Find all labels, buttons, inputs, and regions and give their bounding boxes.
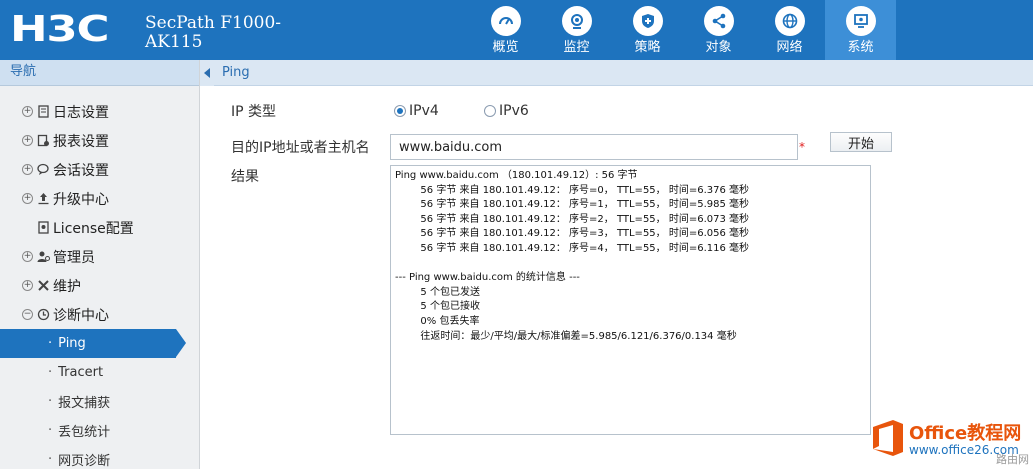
radio-checked-icon[interactable] [394,105,406,117]
target-label: 目的IP地址或者主机名 [231,140,370,156]
license-icon [37,221,50,234]
expand-icon[interactable]: + [22,135,33,146]
sidebar-subitem-label: Tracert [58,365,104,380]
nav-menu: + 日志设置 + 报表设置 + 会话设置 + 升级中心 License配置 + … [0,97,199,469]
ipv6-label: IPv6 [499,103,529,119]
nav-item-system[interactable]: 系统 [825,0,896,60]
sidebar-item-label: 升级中心 [53,191,109,208]
nav-label-object: 对象 [705,40,732,55]
sidebar-item-label: 维护 [53,278,81,295]
bullet-icon: · [48,452,53,467]
h3c-logo: H3C [10,9,110,50]
sidebar-item-admin[interactable]: + 管理员 [0,242,199,271]
nav-label-network: 网络 [776,40,803,55]
sidebar-title: 导航 [0,60,199,86]
admin-icon [37,250,50,263]
dashboard-icon [490,6,521,36]
sidebar-item-label: 日志设置 [53,104,109,121]
sidebar-item-report-settings[interactable]: + 报表设置 [0,126,199,155]
product-name-line2: AK115 [145,32,203,52]
product-name-line1: SecPath F1000- [145,13,282,33]
sidebar-item-label: 诊断中心 [53,307,109,324]
share-nodes-icon [703,6,734,36]
bullet-icon: · [48,423,53,438]
sidebar-subitem-packet-capture[interactable]: · 报文捕获 [0,387,199,416]
sidebar-subitem-label: Ping [58,336,86,351]
sidebar-item-diagnose-center[interactable]: − 诊断中心 [0,300,199,329]
ipv4-radio[interactable]: IPv4 [394,103,439,119]
expand-icon[interactable]: + [22,106,33,117]
nav-item-policy[interactable]: 策略 [612,0,683,60]
result-text: Ping www.baidu.com （180.101.49.12）: 56 字… [395,170,750,342]
sidebar-subitem-label: 丢包统计 [58,425,111,440]
page-title: Ping [214,60,1033,86]
bullet-icon: · [48,336,53,351]
globe-icon [774,6,805,36]
expand-icon[interactable]: + [22,193,33,204]
result-label: 结果 [231,169,259,185]
shield-plus-icon [632,6,663,36]
bullet-icon: · [48,394,53,409]
product-name: SecPath F1000- AK115 [145,14,281,52]
report-icon [37,134,50,147]
top-header: H3C SecPath F1000- AK115 概览 监控 策略 对象 网络 … [0,0,1033,60]
maintenance-icon [37,279,50,292]
sidebar-item-session-settings[interactable]: + 会话设置 [0,155,199,184]
required-mark: * [799,140,805,154]
radio-unchecked-icon[interactable] [484,105,496,117]
ipv4-label: IPv4 [409,103,439,119]
sidebar-subitem-label: 报文捕获 [58,396,111,411]
nav-label-monitor: 监控 [563,40,590,55]
sidebar-subitem-packet-loss[interactable]: · 丢包统计 [0,416,199,445]
nav-item-monitor[interactable]: 监控 [541,0,612,60]
nav-label-system: 系统 [847,40,874,55]
log-icon [37,105,50,118]
sidebar-item-log-settings[interactable]: + 日志设置 [0,97,199,126]
sidebar-collapse-button[interactable] [200,60,214,86]
sidebar-item-label: 会话设置 [53,162,109,179]
nav-label-overview: 概览 [492,40,519,55]
ipv6-radio[interactable]: IPv6 [484,103,529,119]
sidebar-item-label: License配置 [53,220,134,237]
top-nav: 概览 监控 策略 对象 网络 系统 [470,0,896,60]
sidebar-subitem-ping[interactable]: · Ping [0,329,186,358]
nav-item-object[interactable]: 对象 [683,0,754,60]
system-screen-icon [845,6,876,36]
expand-icon[interactable]: + [22,164,33,175]
sidebar-subitem-label: 网页诊断 [58,454,111,469]
result-output[interactable]: Ping www.baidu.com （180.101.49.12）: 56 字… [390,165,871,435]
start-button[interactable]: 开始 [830,132,892,152]
collapse-icon[interactable]: − [22,309,33,320]
upgrade-icon [37,192,50,205]
target-host-input[interactable] [390,134,798,160]
watermark-corner-text: 路由网 [996,453,1029,466]
ip-type-label: IP 类型 [231,104,277,120]
nav-item-network[interactable]: 网络 [754,0,825,60]
office-logo-icon [873,420,903,456]
session-icon [37,163,50,176]
sidebar-item-label: 管理员 [53,249,95,266]
sidebar-subitem-tracert[interactable]: · Tracert [0,358,199,387]
monitor-icon [561,6,592,36]
watermark: Office教程网 www.office26.com 路由网 [865,418,1033,469]
sidebar-subitem-web-diagnose[interactable]: · 网页诊断 [0,445,199,469]
sidebar-item-maintenance[interactable]: + 维护 [0,271,199,300]
sidebar: 导航 + 日志设置 + 报表设置 + 会话设置 + 升级中心 License配置… [0,60,200,469]
expand-icon[interactable]: + [22,280,33,291]
sidebar-item-license[interactable]: License配置 [0,213,199,242]
sidebar-item-label: 报表设置 [53,133,109,150]
diagnose-icon [37,308,50,321]
watermark-name: Office教程网 [909,423,1022,444]
bullet-icon: · [48,365,53,380]
expand-icon[interactable]: + [22,251,33,262]
nav-item-overview[interactable]: 概览 [470,0,541,60]
sidebar-item-upgrade-center[interactable]: + 升级中心 [0,184,199,213]
nav-label-policy: 策略 [634,40,661,55]
